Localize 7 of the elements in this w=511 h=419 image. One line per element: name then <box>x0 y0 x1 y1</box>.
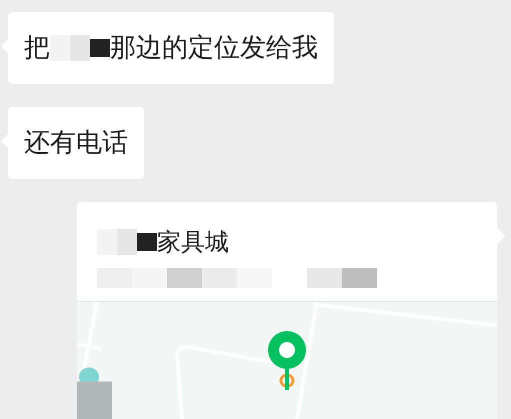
message-text: 那边的定位发给我 <box>110 32 318 64</box>
message-text: 家具城 <box>157 227 229 258</box>
redaction-mark <box>97 229 157 255</box>
redaction-mark <box>50 35 110 61</box>
message-text: 还有电话 <box>24 126 128 160</box>
message-text: 把 <box>24 32 50 64</box>
location-card[interactable]: 家具城 <box>77 202 497 419</box>
